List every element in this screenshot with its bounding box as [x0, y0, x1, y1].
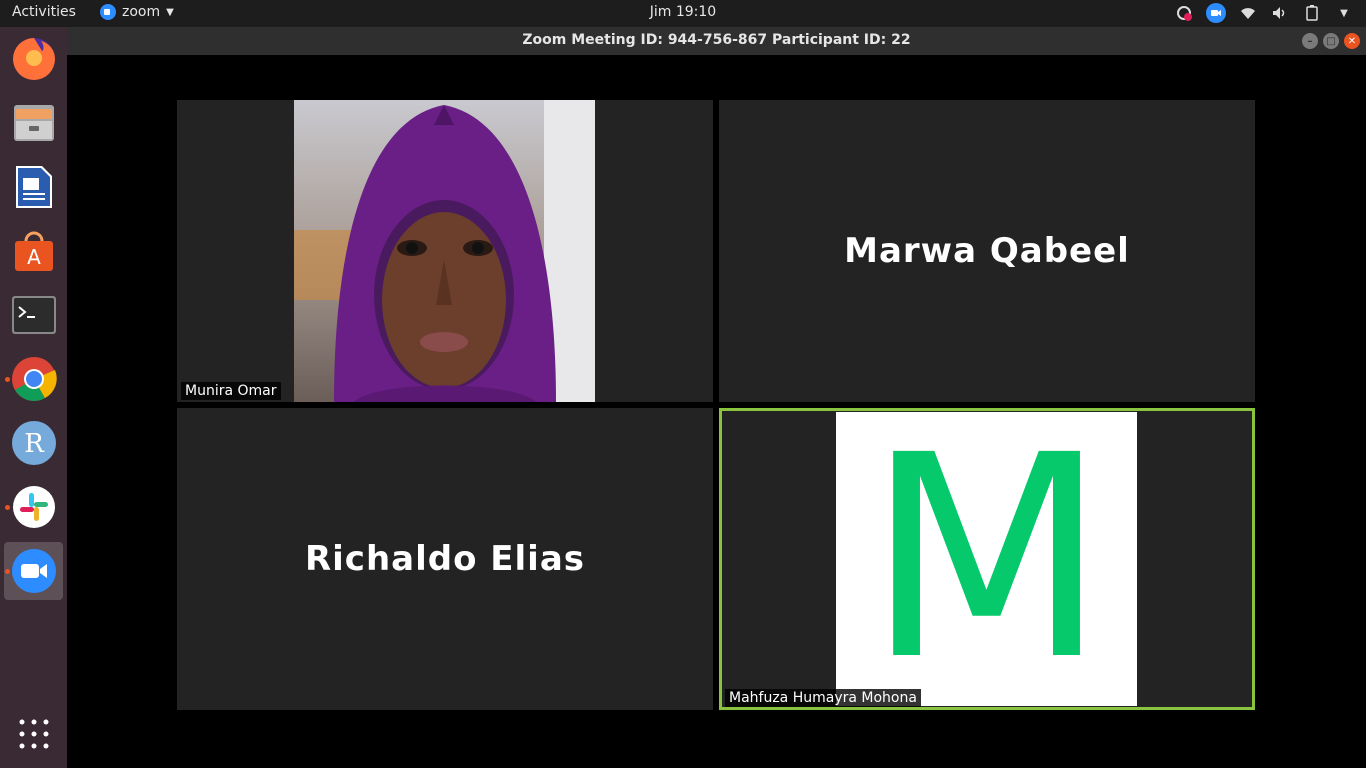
activities-button[interactable]: Activities: [12, 4, 76, 20]
battery-icon[interactable]: [1302, 3, 1322, 23]
running-indicator: [5, 569, 10, 574]
dock-writer[interactable]: [4, 158, 63, 216]
participant-name: Richaldo Elias: [304, 539, 586, 579]
terminal-icon: [11, 296, 56, 334]
participant-tile[interactable]: Munira Omar: [177, 100, 713, 402]
dock-software[interactable]: A: [4, 222, 63, 280]
avatar-letter: M: [865, 412, 1108, 706]
writer-icon: [15, 166, 52, 208]
running-indicator: [5, 377, 10, 382]
dock-zoom[interactable]: [4, 542, 63, 600]
chrome-icon: [11, 357, 57, 401]
app-menu-label: zoom: [122, 4, 161, 20]
gallery-view: Munira Omar Marwa Qabeel Richaldo Elias …: [67, 55, 1366, 768]
volume-icon[interactable]: [1270, 3, 1290, 23]
dock-chrome[interactable]: [4, 350, 63, 408]
grid-icon: [19, 719, 48, 749]
zoom-icon: [11, 549, 56, 593]
r-icon: R: [11, 421, 56, 465]
close-button[interactable]: ✕: [1344, 33, 1360, 49]
clock[interactable]: Jim 19:10: [650, 4, 716, 20]
wifi-icon[interactable]: [1238, 3, 1258, 23]
window-title: Zoom Meeting ID: 944-756-867 Participant…: [522, 32, 911, 48]
participant-name-tag: Mahfuza Humayra Mohona: [725, 689, 921, 707]
top-bar: Activities zoom ▼ Jim 19:10 ▼: [0, 0, 1366, 27]
maximize-button[interactable]: □: [1323, 33, 1339, 49]
dock-firefox[interactable]: [4, 30, 63, 88]
firefox-icon: [12, 38, 55, 80]
files-icon: [13, 105, 54, 141]
dock-slack[interactable]: [4, 478, 63, 536]
slack-tray-icon[interactable]: [1174, 3, 1194, 23]
software-center-icon: A: [14, 231, 53, 271]
app-menu[interactable]: zoom ▼: [100, 4, 174, 20]
running-indicator: [5, 505, 10, 510]
participant-tile[interactable]: Richaldo Elias: [177, 408, 713, 710]
participant-tile-active-speaker[interactable]: M Mahfuza Humayra Mohona: [719, 408, 1255, 710]
dock-terminal[interactable]: [4, 286, 63, 344]
system-menu-chevron-icon[interactable]: ▼: [1334, 3, 1354, 23]
minimize-button[interactable]: –: [1302, 33, 1318, 49]
dock-files[interactable]: [4, 94, 63, 152]
participant-name-tag: Munira Omar: [181, 382, 281, 400]
slack-icon: [12, 486, 55, 528]
participant-video: [294, 100, 595, 402]
zoom-tray-icon[interactable]: [1206, 3, 1226, 23]
svg-text:A: A: [27, 245, 41, 269]
participant-tile[interactable]: Marwa Qabeel: [719, 100, 1255, 402]
dock-r[interactable]: R: [4, 414, 63, 472]
window-titlebar[interactable]: Zoom Meeting ID: 944-756-867 Participant…: [67, 27, 1366, 55]
zoom-icon: [100, 4, 116, 20]
chevron-down-icon: ▼: [166, 6, 174, 18]
dock: A R: [0, 27, 67, 768]
show-applications-button[interactable]: [4, 705, 63, 763]
participant-avatar: M: [836, 412, 1137, 706]
system-tray: ▼: [1174, 3, 1354, 23]
svg-text:R: R: [24, 429, 45, 459]
participant-name: Marwa Qabeel: [844, 231, 1130, 271]
